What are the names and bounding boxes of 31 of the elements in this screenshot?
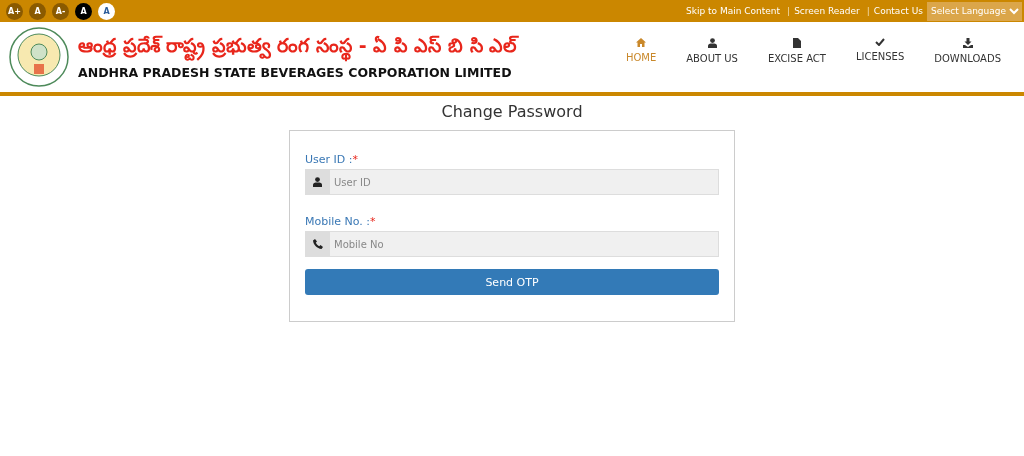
nav-link[interactable]: HOME: [610, 38, 672, 64]
emblem-icon: [8, 26, 70, 88]
font-size-button[interactable]: A: [98, 2, 115, 20]
font-size-button[interactable]: A: [75, 2, 92, 20]
field-label: User ID :*: [305, 153, 359, 166]
user-icon: [707, 38, 717, 48]
page-title: Change Password: [441, 102, 583, 121]
download-icon: [962, 38, 973, 48]
home-icon: [636, 38, 647, 47]
nav-link[interactable]: ABOUT US: [671, 38, 753, 64]
nav-link[interactable]: DOWNLOADS: [919, 38, 1016, 64]
link-separator: |: [865, 6, 871, 16]
font-size-button[interactable]: A-: [52, 2, 69, 20]
top-link[interactable]: Screen Reader: [794, 6, 860, 16]
site-title: ANDHRA PRADESH STATE BEVERAGES CORPORATION LIMITED: [78, 65, 513, 80]
check-icon: [875, 38, 886, 46]
top-link[interactable]: Skip to Main Content: [686, 6, 781, 16]
top-link[interactable]: Contact Us: [873, 6, 923, 16]
phone-icon: [312, 239, 323, 249]
send-otp-button[interactable]: Send OTP: [305, 269, 719, 295]
font-size-button[interactable]: A: [29, 2, 46, 20]
input-field[interactable]: Mobile No: [330, 231, 719, 257]
link-separator: |: [786, 6, 792, 16]
nav-link[interactable]: EXCISE ACT: [752, 38, 841, 64]
nav-link[interactable]: LICENSES: [840, 38, 920, 64]
font-size-button[interactable]: A+: [6, 2, 23, 20]
input-field[interactable]: User ID: [330, 169, 719, 195]
field-label: Mobile No. :*: [305, 215, 377, 228]
user-icon: [313, 177, 322, 187]
document-icon: [792, 38, 801, 48]
site-title-telugu: ఆంధ్ర ప్రదేశ్ రాష్ట్ర ప్రభుత్వ రంగ సంస్థ - ఏ పి ఎస్ బి సి ఎల్: [78, 34, 517, 61]
